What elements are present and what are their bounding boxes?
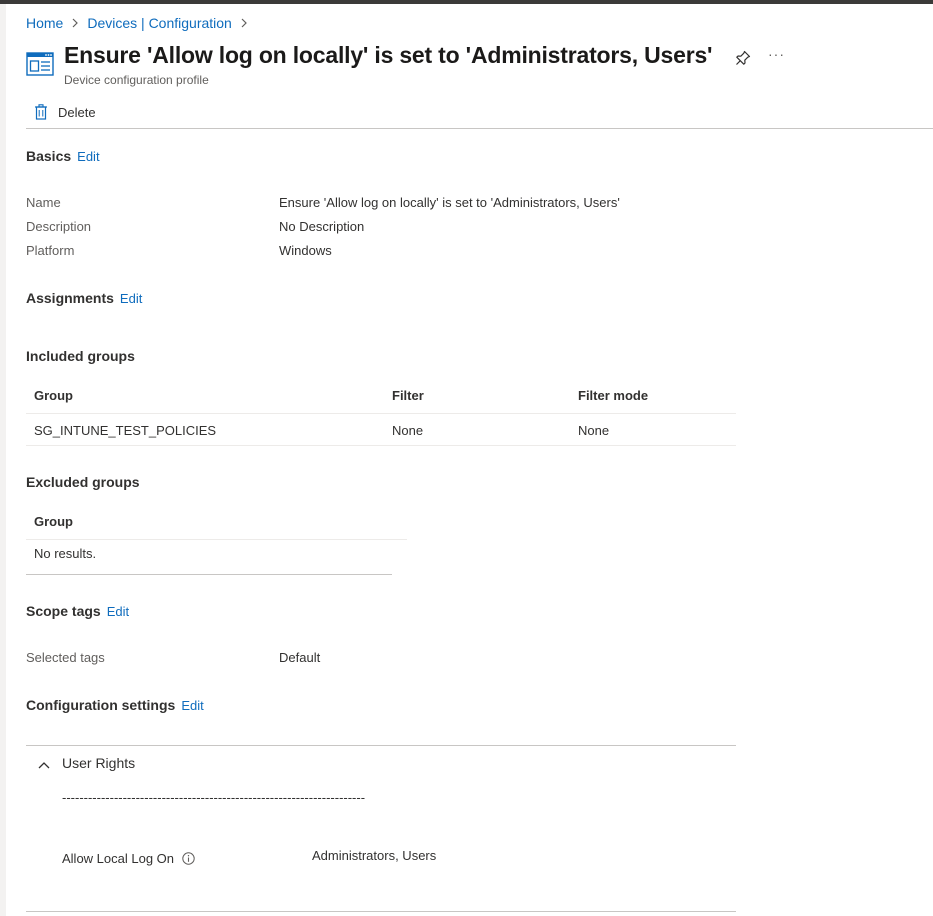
- selected-tags-value: Default: [279, 650, 321, 665]
- scope-tags-edit-link[interactable]: Edit: [107, 604, 129, 619]
- included-col-filter-mode: Filter mode: [578, 388, 649, 403]
- breadcrumb: Home Devices | Configuration: [26, 14, 256, 32]
- excluded-empty-text: No results.: [34, 546, 97, 561]
- configuration-section-title: Configuration settings Edit: [26, 697, 204, 713]
- included-row-divider: [26, 445, 736, 446]
- command-bar: Delete: [26, 102, 933, 129]
- chevron-right-icon: [71, 18, 79, 28]
- allow-local-log-on-value: Administrators, Users: [312, 848, 437, 863]
- pin-icon[interactable]: [734, 49, 752, 67]
- included-filter-mode-cell: None: [578, 423, 610, 438]
- included-col-filter: Filter: [392, 388, 424, 403]
- included-filter-cell: None: [392, 423, 424, 438]
- profile-window-icon: [26, 52, 54, 76]
- assignments-title: Assignments: [26, 290, 114, 306]
- description-label: Description: [26, 219, 92, 234]
- selected-tags-label: Selected tags: [26, 650, 105, 665]
- included-header-divider: [26, 413, 736, 414]
- scope-tags-title: Scope tags: [26, 603, 101, 619]
- assignments-section-title: Assignments Edit: [26, 290, 142, 306]
- breadcrumb-home[interactable]: Home: [26, 15, 63, 31]
- trash-icon: [35, 104, 47, 120]
- more-options-icon[interactable]: ···: [768, 46, 785, 62]
- name-value: Ensure 'Allow log on locally' is set to …: [279, 195, 620, 210]
- allow-local-log-on-label: Allow Local Log On: [62, 851, 195, 866]
- excluded-header-divider: [26, 539, 407, 540]
- delete-button[interactable]: Delete: [34, 104, 96, 120]
- setting-label-text: Allow Local Log On: [62, 851, 175, 866]
- excluded-bottom-divider: [26, 574, 392, 575]
- scope-tags-section-title: Scope tags Edit: [26, 603, 129, 619]
- description-value: No Description: [279, 219, 365, 234]
- configuration-title: Configuration settings: [26, 697, 176, 713]
- breadcrumb-devices-configuration[interactable]: Devices | Configuration: [87, 15, 231, 31]
- info-icon[interactable]: [182, 852, 195, 865]
- assignments-edit-link[interactable]: Edit: [120, 291, 142, 306]
- included-col-group: Group: [34, 388, 73, 403]
- platform-value: Windows: [279, 243, 332, 258]
- basics-title: Basics: [26, 148, 72, 164]
- configuration-edit-link[interactable]: Edit: [181, 698, 203, 713]
- basics-edit-link[interactable]: Edit: [77, 149, 99, 164]
- chevron-right-icon: [240, 18, 248, 28]
- name-label: Name: [26, 195, 61, 210]
- chevron-up-icon[interactable]: [37, 758, 51, 772]
- basics-section-title: Basics Edit: [26, 148, 100, 164]
- user-rights-group-toggle[interactable]: User Rights: [62, 755, 135, 771]
- settings-divider-text: ----------------------------------------…: [62, 790, 366, 805]
- configuration-top-divider: [26, 745, 736, 746]
- profile-page: Home Devices | Configuration Ensure 'All…: [26, 4, 933, 916]
- excluded-col-group: Group: [34, 514, 73, 529]
- included-group-cell: SG_INTUNE_TEST_POLICIES: [34, 423, 217, 438]
- left-rail: [0, 4, 6, 916]
- platform-label: Platform: [26, 243, 75, 258]
- excluded-groups-title: Excluded groups: [26, 474, 140, 490]
- page-subtitle: Device configuration profile: [64, 73, 209, 87]
- configuration-bottom-divider: [26, 911, 736, 912]
- page-title: Ensure 'Allow log on locally' is set to …: [64, 42, 713, 68]
- delete-label: Delete: [58, 104, 96, 120]
- included-groups-title: Included groups: [26, 348, 135, 364]
